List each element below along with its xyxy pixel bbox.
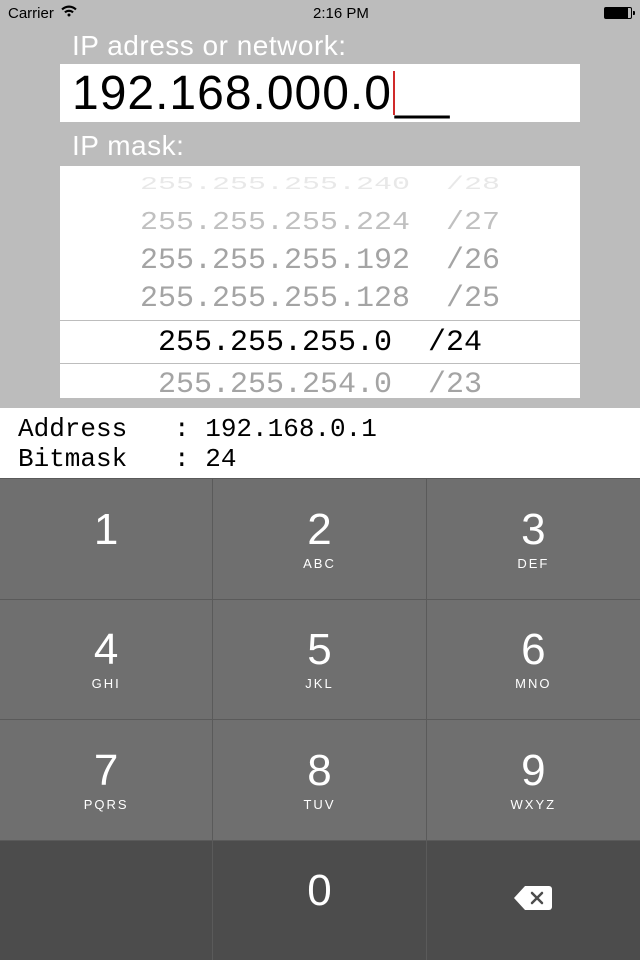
key-8[interactable]: 8TUV bbox=[213, 719, 426, 840]
key-1[interactable]: 1 bbox=[0, 478, 213, 599]
key-2[interactable]: 2ABC bbox=[213, 478, 426, 599]
key-3[interactable]: 3DEF bbox=[427, 478, 640, 599]
results-panel: Address : 192.168.0.1 Bitmask : 24 bbox=[0, 408, 640, 478]
key-4[interactable]: 4GHI bbox=[0, 599, 213, 720]
result-bitmask: Bitmask : 24 bbox=[18, 444, 236, 474]
backspace-icon bbox=[511, 882, 555, 919]
mask-picker[interactable]: 255.255.255.240 /28 255.255.255.224 /27 … bbox=[60, 166, 580, 398]
picker-rows: 255.255.255.240 /28 255.255.255.224 /27 … bbox=[60, 166, 580, 398]
key-7[interactable]: 7PQRS bbox=[0, 719, 213, 840]
picker-row-selected[interactable]: 255.255.255.0 /24 bbox=[60, 320, 580, 364]
ip-placeholder-rest: __ bbox=[395, 66, 450, 121]
key-5[interactable]: 5JKL bbox=[213, 599, 426, 720]
status-right bbox=[604, 7, 632, 19]
battery-icon bbox=[604, 7, 632, 19]
wifi-icon bbox=[60, 4, 78, 22]
picker-row[interactable]: 255.255.255.128 /25 bbox=[140, 280, 500, 318]
picker-row[interactable]: 255.255.255.240 /28 bbox=[140, 174, 500, 197]
keypad: 1 2ABC 3DEF 4GHI 5JKL 6MNO 7PQRS 8TUV 9W… bbox=[0, 478, 640, 960]
key-backspace[interactable] bbox=[427, 840, 640, 960]
picker-row[interactable]: 255.255.255.192 /26 bbox=[140, 242, 500, 280]
result-address: Address : 192.168.0.1 bbox=[18, 414, 377, 444]
picker-row[interactable]: 255.255.254.0 /23 bbox=[158, 366, 482, 398]
carrier-label: Carrier bbox=[8, 5, 54, 22]
key-9[interactable]: 9WXYZ bbox=[427, 719, 640, 840]
status-left: Carrier bbox=[8, 4, 78, 22]
picker-row[interactable]: 255.255.255.224 /27 bbox=[140, 207, 500, 239]
mask-label: IP mask: bbox=[72, 130, 580, 162]
ip-value: 192.168.000.0 bbox=[72, 66, 392, 121]
status-bar: Carrier 2:16 PM bbox=[0, 0, 640, 26]
form-area: IP adress or network: 192.168.000.0__ IP… bbox=[0, 26, 640, 398]
key-0[interactable]: 0 bbox=[213, 840, 426, 960]
key-blank bbox=[0, 840, 213, 960]
clock: 2:16 PM bbox=[313, 5, 369, 22]
ip-label: IP adress or network: bbox=[72, 30, 580, 62]
ip-input[interactable]: 192.168.000.0__ bbox=[60, 64, 580, 122]
key-6[interactable]: 6MNO bbox=[427, 599, 640, 720]
